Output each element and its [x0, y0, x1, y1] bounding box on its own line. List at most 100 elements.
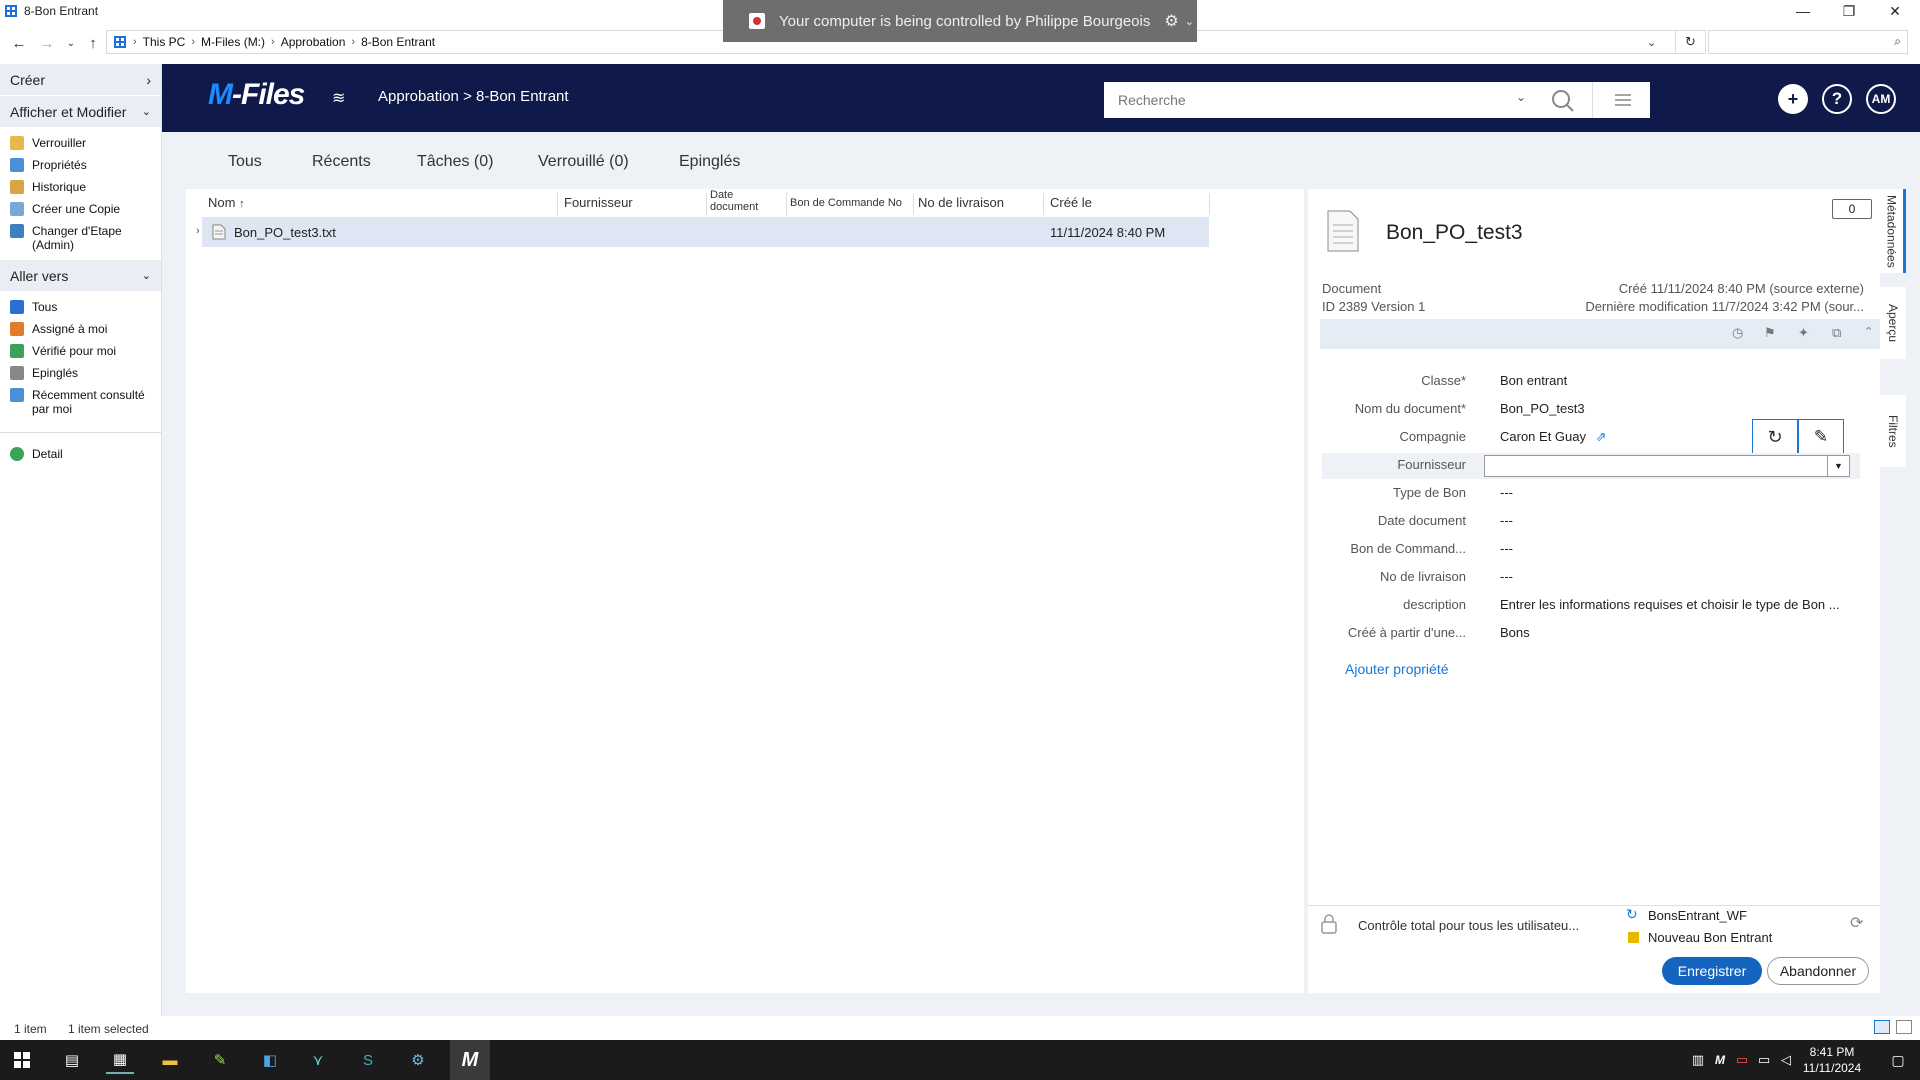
prop-value-date-document[interactable]: ---: [1500, 513, 1513, 528]
tab-taches[interactable]: Tâches (0): [417, 153, 493, 171]
volume-icon[interactable]: ◁: [1772, 1046, 1800, 1074]
pane-item-verifie[interactable]: Vérifié pour moi: [0, 340, 161, 362]
pane-item-changer-etape[interactable]: Changer d'Etape (Admin): [0, 220, 161, 256]
external-link-icon[interactable]: ⇗: [1596, 429, 1607, 444]
visual-studio-icon[interactable]: ⋎: [304, 1046, 332, 1074]
app-icon[interactable]: ◧: [256, 1046, 284, 1074]
up-icon[interactable]: ↑: [82, 33, 104, 53]
prop-value-description[interactable]: Entrer les informations requises et choi…: [1500, 597, 1840, 612]
explorer-search-input[interactable]: ⌕: [1708, 30, 1908, 54]
tab-epingles[interactable]: Epinglés: [679, 153, 740, 171]
clock[interactable]: 8:41 PM 11/11/2024: [1800, 1044, 1864, 1076]
details-view-icon[interactable]: [1874, 1020, 1890, 1034]
pane-item-tous[interactable]: Tous: [0, 296, 161, 318]
column-header-bon-commande[interactable]: Bon de Commande No: [790, 197, 902, 209]
workflow-state[interactable]: Nouveau Bon Entrant: [1648, 930, 1772, 945]
prop-value-cree-a-partir[interactable]: Bons: [1500, 625, 1530, 640]
filter-options-icon[interactable]: [1614, 92, 1632, 108]
file-explorer-icon[interactable]: ▬: [156, 1046, 184, 1074]
prop-value-compagnie[interactable]: Caron Et Guay ⇗: [1500, 429, 1607, 445]
gear-icon[interactable]: ⚙: [1164, 11, 1178, 31]
refresh-icon[interactable]: ↻: [1685, 34, 1696, 50]
document-title[interactable]: Bon_PO_test3: [1386, 221, 1523, 245]
column-divider[interactable]: [1043, 193, 1044, 215]
task-view-icon[interactable]: ▤: [58, 1046, 86, 1074]
search-input[interactable]: [1104, 92, 1504, 108]
breadcrumb-this-pc[interactable]: This PC: [143, 35, 186, 49]
chevron-down-icon[interactable]: ⌄: [1185, 15, 1194, 28]
pane-item-proprietes[interactable]: Propriétés: [0, 154, 161, 176]
chevron-down-icon[interactable]: ⌄: [1647, 36, 1656, 49]
column-header-nom[interactable]: Nom ↑: [208, 195, 245, 210]
refresh-button[interactable]: ↻: [1752, 419, 1798, 455]
prop-value-no-livraison[interactable]: ---: [1500, 569, 1513, 584]
back-icon[interactable]: ←: [8, 33, 30, 53]
column-divider[interactable]: [557, 193, 558, 215]
recent-locations-icon[interactable]: ⌄: [60, 33, 82, 53]
search-icon[interactable]: [1550, 88, 1576, 114]
prop-value-classe[interactable]: Bon entrant: [1500, 373, 1567, 388]
pane-section-afficher[interactable]: Afficher et Modifier ⌄: [0, 96, 161, 128]
pin-icon[interactable]: ✦: [1798, 325, 1809, 341]
help-icon[interactable]: ?: [1822, 84, 1852, 114]
cancel-button[interactable]: Abandonner: [1767, 957, 1869, 985]
column-divider[interactable]: [706, 193, 707, 215]
column-header-cree-le[interactable]: Créé le: [1050, 195, 1092, 210]
comments-button[interactable]: 0: [1832, 199, 1872, 219]
pane-section-creer[interactable]: Créer ›: [0, 64, 161, 96]
column-divider[interactable]: [786, 193, 787, 215]
tab-tous[interactable]: Tous: [228, 153, 262, 171]
copy-link-icon[interactable]: ⧉: [1832, 325, 1841, 341]
admin-tools-icon[interactable]: ⚙: [404, 1046, 432, 1074]
table-row[interactable]: Bon_PO_test3.txt 11/11/2024 8:40 PM: [202, 217, 1209, 247]
tab-apercu[interactable]: Aperçu: [1880, 287, 1906, 359]
maximize-button[interactable]: ❐: [1826, 0, 1872, 22]
avatar[interactable]: AM: [1866, 84, 1896, 114]
tab-verrouille[interactable]: Verrouillé (0): [538, 153, 629, 171]
tab-filtres[interactable]: Filtres: [1880, 395, 1906, 467]
add-property-link[interactable]: Ajouter propriété: [1345, 661, 1449, 677]
server-manager-icon[interactable]: ▦: [106, 1046, 134, 1074]
add-icon[interactable]: +: [1778, 84, 1808, 114]
forward-icon[interactable]: →: [36, 33, 58, 53]
pane-item-copie[interactable]: Créer une Copie: [0, 198, 161, 220]
sql-icon[interactable]: S: [354, 1046, 382, 1074]
prop-value-nom[interactable]: Bon_PO_test3: [1500, 401, 1585, 416]
minimize-button[interactable]: —: [1780, 0, 1826, 22]
column-divider[interactable]: [913, 193, 914, 215]
tiles-view-icon[interactable]: [1896, 1020, 1912, 1034]
mfiles-taskbar-icon[interactable]: M: [450, 1040, 490, 1080]
prop-value-type-bon[interactable]: ---: [1500, 485, 1513, 500]
edit-button[interactable]: ✎: [1798, 419, 1844, 455]
workflow-name[interactable]: BonsEntrant_WF: [1648, 908, 1747, 923]
history-icon[interactable]: ◷: [1732, 325, 1743, 341]
breadcrumb-approbation[interactable]: Approbation: [281, 35, 346, 49]
pane-item-recent[interactable]: Récemment consulté par moi: [0, 384, 161, 420]
chevron-down-icon[interactable]: ⌄: [1516, 90, 1526, 104]
tab-metadonnees[interactable]: Métadonnées: [1880, 189, 1906, 273]
notifications-icon[interactable]: ▢: [1884, 1046, 1912, 1074]
pane-item-historique[interactable]: Historique: [0, 176, 161, 198]
pane-item-epingles[interactable]: Epinglés: [0, 362, 161, 384]
windows-start-icon[interactable]: [14, 1052, 30, 1068]
breadcrumb-current[interactable]: 8-Bon Entrant: [361, 35, 435, 49]
column-divider[interactable]: [1209, 193, 1210, 215]
close-button[interactable]: ✕: [1872, 0, 1918, 22]
flag-icon[interactable]: ⚑: [1764, 325, 1776, 341]
pane-item-assigne[interactable]: Assigné à moi: [0, 318, 161, 340]
change-state-icon[interactable]: ⟳: [1850, 913, 1863, 933]
column-header-fournisseur[interactable]: Fournisseur: [564, 195, 633, 210]
pane-item-verrouiller[interactable]: Verrouiller: [0, 132, 161, 154]
column-header-no-livraison[interactable]: No de livraison: [918, 195, 1004, 210]
pane-section-aller-vers[interactable]: Aller vers ⌄: [0, 260, 161, 292]
fournisseur-select[interactable]: ▼: [1484, 455, 1850, 477]
chevron-up-icon[interactable]: ⌃: [1864, 325, 1873, 338]
tab-recents[interactable]: Récents: [312, 153, 371, 171]
prop-value-bon-commande[interactable]: ---: [1500, 541, 1513, 556]
pane-item-detail[interactable]: Detail: [0, 443, 161, 465]
save-button[interactable]: Enregistrer: [1662, 957, 1762, 985]
column-header-date-document[interactable]: Date document: [710, 189, 774, 213]
notepad-icon[interactable]: ✎: [206, 1046, 234, 1074]
expand-row-icon[interactable]: ›: [196, 225, 200, 237]
breadcrumb-mfiles[interactable]: M-Files (M:): [201, 35, 265, 49]
